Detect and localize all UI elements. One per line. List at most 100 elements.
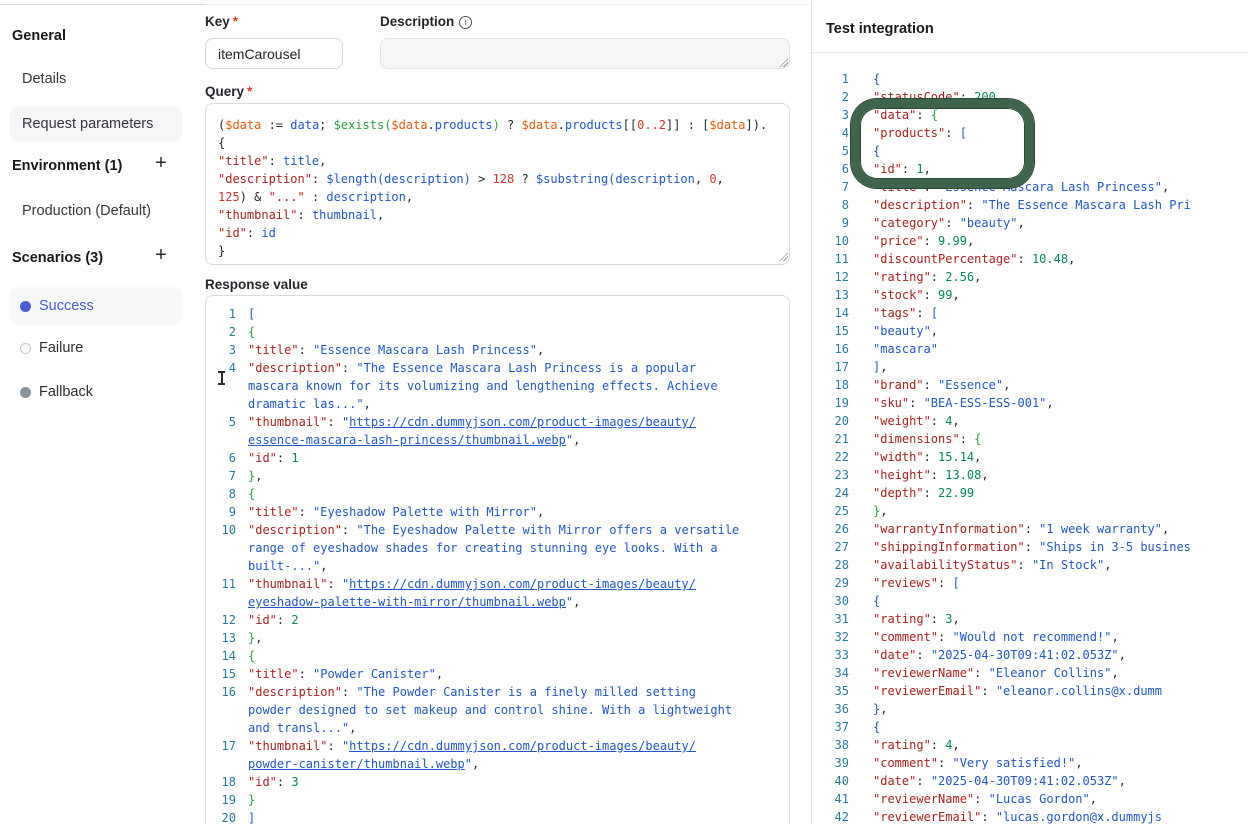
response-value-label: Response value	[205, 277, 308, 292]
line-number: 34	[829, 664, 849, 682]
line-number: 3	[210, 341, 236, 359]
code-row: 7"title": "Essence Mascara Lash Princess…	[829, 178, 1248, 196]
line-number: 7	[829, 178, 849, 196]
test-integration-title: Test integration	[826, 21, 934, 37]
add-environment-button[interactable]: +	[150, 152, 172, 174]
line-number: 10	[210, 521, 236, 539]
line-number	[210, 377, 236, 395]
code-row: 37{	[829, 718, 1248, 736]
line-number: 39	[829, 754, 849, 772]
line-number: 12	[210, 611, 236, 629]
info-icon[interactable]: i	[459, 16, 472, 29]
resize-handle-icon[interactable]	[779, 252, 788, 261]
add-scenario-button[interactable]: +	[150, 244, 172, 266]
scenario-item-success[interactable]: Success	[10, 287, 182, 325]
test-integration-output[interactable]: 1{2"statusCode": 200,3"data": {4"product…	[813, 62, 1248, 824]
success-label: Success	[39, 298, 94, 314]
sidebar-item-production-default[interactable]: Production (Default)	[22, 203, 151, 219]
code-row: 15"title": "Powder Canister",	[210, 665, 789, 683]
code-row: 20"weight": 4,	[829, 412, 1248, 430]
code-row: 5{	[829, 142, 1248, 160]
sidebar-item-details[interactable]: Details	[22, 71, 66, 87]
line-number: 17	[829, 358, 849, 376]
code-row: 16"mascara"	[829, 340, 1248, 358]
right-panel-divider	[812, 52, 1248, 53]
code-row: 14"tags": [	[829, 304, 1248, 322]
code-row: 10"description": "The Eyeshadow Palette …	[210, 521, 789, 539]
line-number: 20	[829, 412, 849, 430]
line-number	[210, 593, 236, 611]
sidebar-heading-general: General	[12, 28, 66, 44]
query-code-editor[interactable]: ($data := data; $exists($data.products) …	[205, 103, 790, 265]
scenarios-label: Scenarios (3)	[12, 250, 103, 266]
mock-api-editor-app: General Details Request parameters Envir…	[0, 0, 1248, 824]
code-row: 30{	[829, 592, 1248, 610]
code-row: 42"reviewerEmail": "lucas.gordon@x.dummy…	[829, 808, 1248, 824]
sidebar-item-request-parameters[interactable]: Request parameters	[10, 106, 182, 142]
line-number: 11	[829, 250, 849, 268]
fallback-status-dot-icon	[20, 387, 31, 398]
line-number: 13	[829, 286, 849, 304]
code-row: 24"depth": 22.99	[829, 484, 1248, 502]
line-number: 15	[210, 665, 236, 683]
key-label-text: Key	[205, 14, 230, 29]
request-parameters-label: Request parameters	[22, 116, 153, 132]
code-row: powder-canister/thumbnail.webp",	[210, 755, 789, 773]
code-row: 39"comment": "Very satisfied!",	[829, 754, 1248, 772]
line-number	[210, 539, 236, 557]
line-number: 27	[829, 538, 849, 556]
line-number: 42	[829, 808, 849, 824]
sidebar: General Details Request parameters Envir…	[0, 0, 196, 824]
line-number: 25	[829, 502, 849, 520]
line-number: 20	[210, 809, 236, 824]
code-row: 38"rating": 4,	[829, 736, 1248, 754]
line-number: 3	[829, 106, 849, 124]
code-row: 18"id": 3	[210, 773, 789, 791]
line-number: 8	[210, 485, 236, 503]
line-number: 4	[829, 124, 849, 142]
code-row: 8"description": "The Essence Mascara Las…	[829, 196, 1248, 214]
code-row: 12"rating": 2.56,	[829, 268, 1248, 286]
line-number: 35	[829, 682, 849, 700]
scenario-item-failure[interactable]: Failure	[10, 340, 83, 356]
code-row: 5"thumbnail": "https://cdn.dummyjson.com…	[210, 413, 789, 431]
line-number: 17	[210, 737, 236, 755]
line-number: 8	[829, 196, 849, 214]
line-number: 2	[829, 88, 849, 106]
line-number: 22	[829, 448, 849, 466]
line-number: 12	[829, 268, 849, 286]
line-number: 4	[210, 359, 236, 377]
code-row: 11"discountPercentage": 10.48,	[829, 250, 1248, 268]
line-number: 1	[829, 70, 849, 88]
required-asterisk: *	[233, 14, 238, 29]
scenario-item-fallback[interactable]: Fallback	[10, 384, 93, 400]
failure-status-dot-icon	[20, 343, 31, 354]
description-textarea[interactable]	[380, 38, 790, 69]
resize-handle-icon[interactable]	[779, 58, 788, 67]
line-number: 16	[210, 683, 236, 701]
sidebar-heading-scenarios: Scenarios (3) +	[12, 250, 103, 266]
response-value-editor[interactable]: 1[2{3"title": "Essence Mascara Lash Prin…	[205, 295, 790, 824]
mouse-text-cursor	[221, 371, 223, 385]
line-number: 14	[210, 647, 236, 665]
code-row: 2"statusCode": 200,	[829, 88, 1248, 106]
code-row: 2{	[210, 323, 789, 341]
code-row: mascara known for its volumizing and len…	[210, 377, 789, 395]
line-number: 7	[210, 467, 236, 485]
code-row: eyeshadow-palette-with-mirror/thumbnail.…	[210, 593, 789, 611]
code-row: 25},	[829, 502, 1248, 520]
line-number	[210, 755, 236, 773]
code-row: 29"reviews": [	[829, 574, 1248, 592]
line-number: 2	[210, 323, 236, 341]
code-row: 13},	[210, 629, 789, 647]
line-number	[210, 431, 236, 449]
line-number: 24	[829, 484, 849, 502]
code-row: 15"beauty",	[829, 322, 1248, 340]
line-number: 31	[829, 610, 849, 628]
code-row: 35"reviewerEmail": "eleanor.collins@x.du…	[829, 682, 1248, 700]
code-row: 32"comment": "Would not recommend!",	[829, 628, 1248, 646]
code-row: 13"stock": 99,	[829, 286, 1248, 304]
code-row: 41"reviewerName": "Lucas Gordon",	[829, 790, 1248, 808]
line-number: 13	[210, 629, 236, 647]
key-input[interactable]	[205, 38, 343, 69]
